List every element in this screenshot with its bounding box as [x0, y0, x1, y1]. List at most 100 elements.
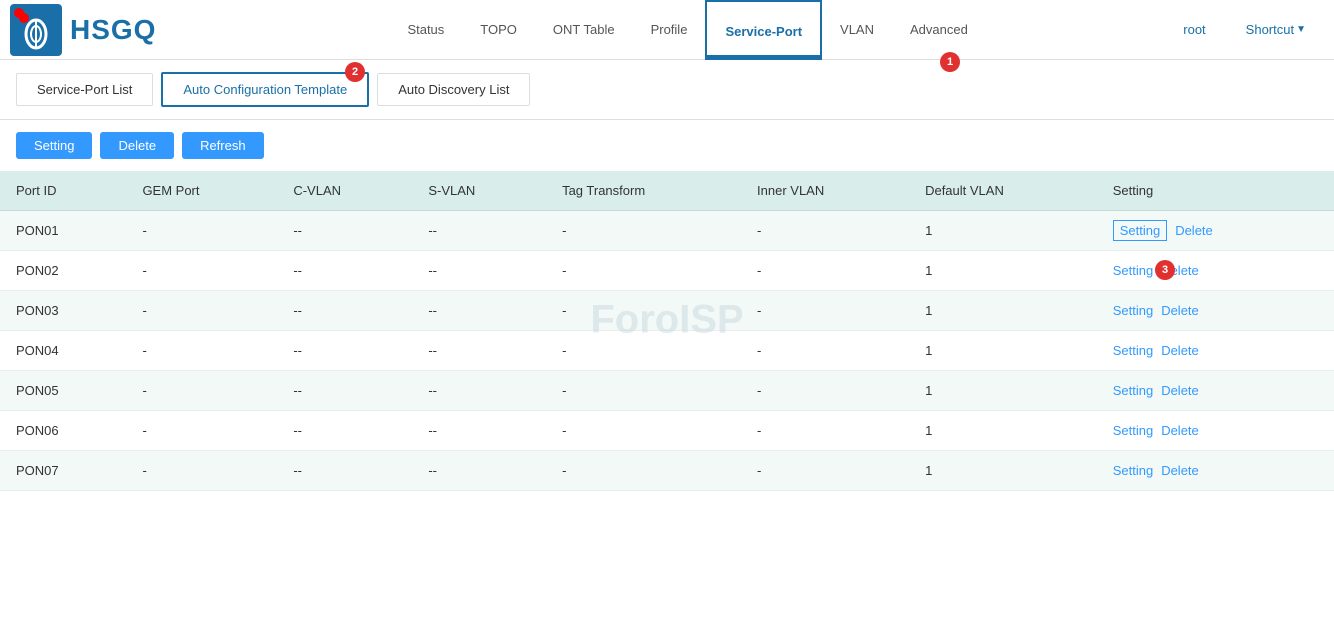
table-row: PON07-------1SettingDelete [0, 451, 1334, 491]
cell-gem-port: - [126, 371, 277, 411]
row-delete-link[interactable]: Delete [1161, 383, 1199, 398]
cell-c-vlan: -- [277, 411, 412, 451]
table-wrap: Port ID GEM Port C-VLAN S-VLAN Tag Trans… [0, 171, 1334, 491]
cell-c-vlan: -- [277, 251, 412, 291]
col-gem-port: GEM Port [126, 171, 277, 211]
nav-service-port[interactable]: Service-Port [705, 0, 822, 60]
cell-c-vlan: -- [277, 291, 412, 331]
subtab-service-port-list[interactable]: Service-Port List [16, 73, 153, 106]
cell-c-vlan: -- [277, 451, 412, 491]
cell-tag-transform: - [546, 331, 741, 371]
row-setting-link[interactable]: Setting [1113, 383, 1153, 398]
col-port-id: Port ID [0, 171, 126, 211]
main-nav: Status TOPO ONT Table Profile Service-Po… [210, 0, 1165, 60]
cell-tag-transform: - [546, 451, 741, 491]
row-delete-link[interactable]: Delete [1175, 223, 1213, 238]
cell-inner-vlan: - [741, 331, 909, 371]
cell-default-vlan: 1 [909, 331, 1097, 371]
table-row: PON02-------1SettingDelete [0, 251, 1334, 291]
col-tag-transform: Tag Transform [546, 171, 741, 211]
cell-actions: Setting Delete [1097, 411, 1334, 451]
cell-port-id: PON01 [0, 211, 126, 251]
cell-default-vlan: 1 [909, 411, 1097, 451]
nav-vlan[interactable]: VLAN [822, 0, 892, 60]
nav-shortcut[interactable]: Shortcut ▼ [1228, 0, 1324, 60]
cell-actions: Setting Delete [1097, 451, 1334, 491]
refresh-button[interactable]: Refresh [182, 132, 264, 159]
nav-root[interactable]: root [1165, 0, 1223, 60]
subtab-auto-discovery-list[interactable]: Auto Discovery List [377, 73, 530, 106]
col-setting: Setting [1097, 171, 1334, 211]
subtabs: Service-Port List Auto Configuration Tem… [0, 60, 1334, 120]
nav-profile[interactable]: Profile [633, 0, 706, 60]
cell-actions: Setting Delete [1097, 291, 1334, 331]
cell-c-vlan: -- [277, 371, 412, 411]
cell-port-id: PON06 [0, 411, 126, 451]
row-setting-link[interactable]: Setting [1113, 423, 1153, 438]
cell-tag-transform: - [546, 211, 741, 251]
row-setting-link[interactable]: Setting [1113, 263, 1153, 278]
cell-port-id: PON02 [0, 251, 126, 291]
logo-area: HSGQ [10, 4, 210, 56]
cell-s-vlan: -- [412, 291, 546, 331]
cell-inner-vlan: - [741, 211, 909, 251]
badge-2: 2 [345, 62, 365, 82]
col-s-vlan: S-VLAN [412, 171, 546, 211]
col-inner-vlan: Inner VLAN [741, 171, 909, 211]
subtab-auto-config-template[interactable]: Auto Configuration Template [161, 72, 369, 107]
row-delete-link[interactable]: Delete [1161, 303, 1199, 318]
nav-status[interactable]: Status [389, 0, 462, 60]
cell-gem-port: - [126, 251, 277, 291]
cell-inner-vlan: - [741, 291, 909, 331]
cell-c-vlan: -- [277, 211, 412, 251]
cell-s-vlan: -- [412, 371, 546, 411]
cell-actions: Setting Delete [1097, 211, 1334, 251]
row-delete-link[interactable]: Delete [1161, 463, 1199, 478]
cell-port-id: PON05 [0, 371, 126, 411]
nav-topo[interactable]: TOPO [462, 0, 535, 60]
badge-3: 3 [1155, 260, 1175, 280]
cell-default-vlan: 1 [909, 451, 1097, 491]
cell-actions: SettingDelete [1097, 251, 1334, 291]
delete-button[interactable]: Delete [100, 132, 174, 159]
row-delete-link[interactable]: Delete [1161, 423, 1199, 438]
table-row: PON01-------1SettingDelete [0, 211, 1334, 251]
cell-port-id: PON07 [0, 451, 126, 491]
row-setting-link[interactable]: Setting [1113, 220, 1167, 241]
cell-tag-transform: - [546, 251, 741, 291]
cell-default-vlan: 1 [909, 291, 1097, 331]
logo-text: HSGQ [70, 14, 156, 46]
cell-inner-vlan: - [741, 411, 909, 451]
row-setting-link[interactable]: Setting [1113, 343, 1153, 358]
cell-default-vlan: 1 [909, 251, 1097, 291]
nav-right: root Shortcut ▼ [1165, 0, 1324, 60]
col-default-vlan: Default VLAN [909, 171, 1097, 211]
shortcut-label: Shortcut [1246, 22, 1294, 37]
table-row: PON03-------1SettingDelete [0, 291, 1334, 331]
row-setting-link[interactable]: Setting [1113, 303, 1153, 318]
cell-inner-vlan: - [741, 251, 909, 291]
cell-s-vlan: -- [412, 411, 546, 451]
cell-gem-port: - [126, 331, 277, 371]
cell-default-vlan: 1 [909, 211, 1097, 251]
setting-button[interactable]: Setting [16, 132, 92, 159]
table-row: PON05-------1SettingDelete [0, 371, 1334, 411]
cell-default-vlan: 1 [909, 371, 1097, 411]
table-row: PON04-------1SettingDelete [0, 331, 1334, 371]
nav-advanced[interactable]: Advanced [892, 0, 986, 60]
header: HSGQ Status TOPO ONT Table Profile Servi… [0, 0, 1334, 60]
cell-gem-port: - [126, 451, 277, 491]
row-setting-link[interactable]: Setting [1113, 463, 1153, 478]
cell-tag-transform: - [546, 291, 741, 331]
cell-actions: Setting Delete [1097, 371, 1334, 411]
cell-s-vlan: -- [412, 331, 546, 371]
cell-s-vlan: -- [412, 211, 546, 251]
cell-s-vlan: -- [412, 451, 546, 491]
row-delete-link[interactable]: Delete [1161, 343, 1199, 358]
table-header-row: Port ID GEM Port C-VLAN S-VLAN Tag Trans… [0, 171, 1334, 211]
nav-ont-table[interactable]: ONT Table [535, 0, 633, 60]
cell-inner-vlan: - [741, 451, 909, 491]
cell-gem-port: - [126, 291, 277, 331]
cell-inner-vlan: - [741, 371, 909, 411]
col-c-vlan: C-VLAN [277, 171, 412, 211]
